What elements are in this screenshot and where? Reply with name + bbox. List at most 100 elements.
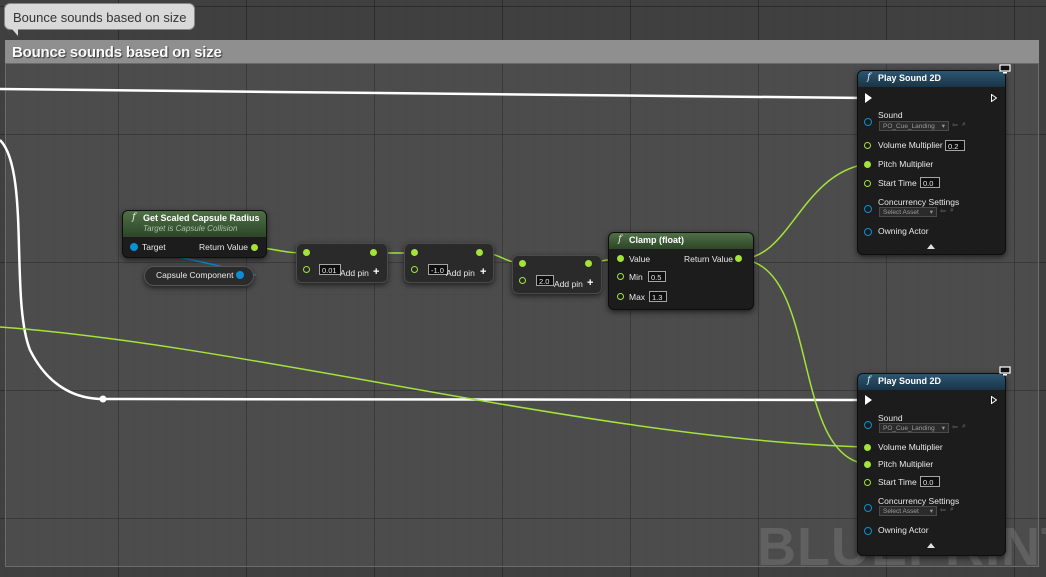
plus-icon[interactable]: + bbox=[587, 277, 593, 289]
pitch-multiplier-label: Pitch Multiplier bbox=[878, 459, 934, 469]
node-header: f Play Sound 2D bbox=[858, 374, 1005, 390]
expand-arrow-icon[interactable] bbox=[927, 244, 935, 249]
sound-pin[interactable] bbox=[864, 421, 872, 429]
clamp-return-label: Return Value bbox=[684, 254, 733, 264]
node-subtitle: Target is Capsule Collision bbox=[143, 224, 238, 233]
concurrency-asset-dropdown[interactable]: Select Asset ▾ bbox=[879, 207, 937, 217]
power-in-a-pin[interactable] bbox=[519, 260, 526, 267]
add-value-field[interactable]: -1.0 bbox=[428, 264, 448, 275]
owning-actor-label: Owning Actor bbox=[878, 525, 929, 535]
sound-asset-dropdown[interactable]: PO_Cue_Landing ▾ bbox=[879, 121, 949, 131]
capsule-component-pin[interactable] bbox=[236, 271, 244, 279]
concurrency-settings-label: Concurrency Settings bbox=[878, 496, 960, 506]
browse-icon[interactable]: ⌕ bbox=[950, 207, 954, 215]
sound-asset-dropdown[interactable]: PO_Cue_Landing ▾ bbox=[879, 423, 949, 433]
exec-out-pin[interactable] bbox=[991, 94, 997, 102]
exec-wire-curve bbox=[0, 139, 104, 401]
volume-multiplier-pin[interactable] bbox=[864, 444, 871, 451]
sound-label: Sound bbox=[878, 110, 903, 120]
node-title: Clamp (float) bbox=[629, 235, 684, 245]
clamp-max-field[interactable]: 1.3 bbox=[649, 291, 667, 302]
volume-multiplier-label: Volume Multiplier bbox=[878, 140, 943, 150]
function-icon: f bbox=[618, 234, 622, 245]
add-add-pin-label[interactable]: Add pin bbox=[446, 268, 475, 278]
expand-arrow-icon[interactable] bbox=[927, 543, 935, 548]
node-title: Play Sound 2D bbox=[878, 376, 942, 386]
multiply-out-pin[interactable] bbox=[370, 249, 377, 256]
use-asset-icon[interactable]: ⇦ bbox=[940, 506, 946, 514]
volume-multiplier-label: Volume Multiplier bbox=[878, 442, 943, 452]
pitch-multiplier-pin[interactable] bbox=[864, 461, 871, 468]
float-wire-long bbox=[0, 326, 867, 448]
clamp-value-pin[interactable] bbox=[617, 255, 624, 262]
power-out-pin[interactable] bbox=[585, 260, 592, 267]
capsule-component-label: Capsule Component bbox=[156, 270, 234, 280]
dropdown-arrow-icon: ▾ bbox=[929, 508, 933, 515]
sound-label: Sound bbox=[878, 413, 903, 423]
dropdown-arrow-icon: ▾ bbox=[941, 123, 945, 130]
power-value-field[interactable]: 2.0 bbox=[536, 275, 554, 286]
pitch-multiplier-pin[interactable] bbox=[864, 161, 871, 168]
clamp-min-field[interactable]: 0.5 bbox=[648, 271, 666, 282]
sound-pin[interactable] bbox=[864, 118, 872, 126]
use-asset-icon[interactable]: ⇦ bbox=[940, 207, 946, 215]
browse-icon[interactable]: ⌕ bbox=[950, 506, 954, 514]
dropdown-arrow-icon: ▾ bbox=[941, 425, 945, 432]
owning-actor-pin[interactable] bbox=[864, 228, 872, 236]
exec-wire-top bbox=[0, 87, 867, 100]
float-wire-clamp-pitch-top bbox=[738, 163, 867, 260]
reroute-knot bbox=[99, 395, 107, 403]
start-time-pin[interactable] bbox=[864, 479, 871, 486]
target-pin[interactable] bbox=[130, 243, 138, 251]
start-time-label: Start Time bbox=[878, 477, 917, 487]
exec-in-pin[interactable] bbox=[865, 395, 872, 405]
add-in-a-pin[interactable] bbox=[411, 249, 418, 256]
start-time-field[interactable]: 0.0 bbox=[920, 476, 940, 487]
multiply-add-pin-label[interactable]: Add pin bbox=[340, 268, 369, 278]
pitch-multiplier-label: Pitch Multiplier bbox=[878, 159, 934, 169]
return-value-label: Return Value bbox=[199, 242, 248, 252]
clamp-value-label: Value bbox=[629, 254, 651, 264]
clamp-return-pin[interactable] bbox=[735, 255, 742, 262]
multiply-value-field[interactable]: 0.01 bbox=[319, 264, 341, 275]
multiply-in-a-pin[interactable] bbox=[303, 249, 310, 256]
owning-actor-pin[interactable] bbox=[864, 527, 872, 535]
function-icon: f bbox=[867, 72, 871, 83]
add-out-pin[interactable] bbox=[476, 249, 483, 256]
clamp-max-label: Max bbox=[629, 292, 646, 302]
add-in-b-pin[interactable] bbox=[411, 266, 418, 273]
plus-icon[interactable]: + bbox=[373, 266, 379, 278]
start-time-field[interactable]: 0.0 bbox=[920, 177, 940, 188]
node-header: f Get Scaled Capsule Radius Target is Ca… bbox=[123, 211, 266, 237]
concurrency-asset-dropdown[interactable]: Select Asset ▾ bbox=[879, 506, 937, 516]
clamp-min-label: Min bbox=[629, 272, 643, 282]
plus-icon[interactable]: + bbox=[480, 266, 486, 278]
monitor-icon bbox=[999, 366, 1011, 376]
exec-out-pin[interactable] bbox=[991, 396, 997, 404]
start-time-label: Start Time bbox=[878, 178, 917, 188]
node-header: f Clamp (float) bbox=[609, 233, 753, 249]
volume-multiplier-pin[interactable] bbox=[864, 142, 871, 149]
float-wire-clamp-pitch-bottom bbox=[738, 258, 867, 465]
function-icon: f bbox=[132, 212, 136, 223]
use-asset-icon[interactable]: ⇦ bbox=[952, 423, 958, 431]
target-label: Target bbox=[142, 242, 166, 252]
start-time-pin[interactable] bbox=[864, 180, 871, 187]
concurrency-settings-pin[interactable] bbox=[864, 205, 872, 213]
clamp-max-pin[interactable] bbox=[617, 293, 624, 300]
clamp-min-pin[interactable] bbox=[617, 273, 624, 280]
use-asset-icon[interactable]: ⇦ bbox=[952, 121, 958, 129]
power-add-pin-label[interactable]: Add pin bbox=[554, 279, 583, 289]
multiply-in-b-pin[interactable] bbox=[303, 266, 310, 273]
return-value-pin[interactable] bbox=[251, 244, 258, 251]
browse-icon[interactable]: ⌕ bbox=[962, 121, 966, 129]
browse-icon[interactable]: ⌕ bbox=[962, 423, 966, 431]
exec-in-pin[interactable] bbox=[865, 93, 872, 103]
function-icon: f bbox=[867, 375, 871, 386]
volume-multiplier-field[interactable]: 0.2 bbox=[945, 140, 965, 151]
exec-wire-bottom bbox=[102, 397, 867, 402]
power-in-b-pin[interactable] bbox=[519, 277, 526, 284]
node-title: Get Scaled Capsule Radius bbox=[143, 213, 260, 223]
concurrency-settings-pin[interactable] bbox=[864, 504, 872, 512]
node-header: f Play Sound 2D bbox=[858, 71, 1005, 87]
